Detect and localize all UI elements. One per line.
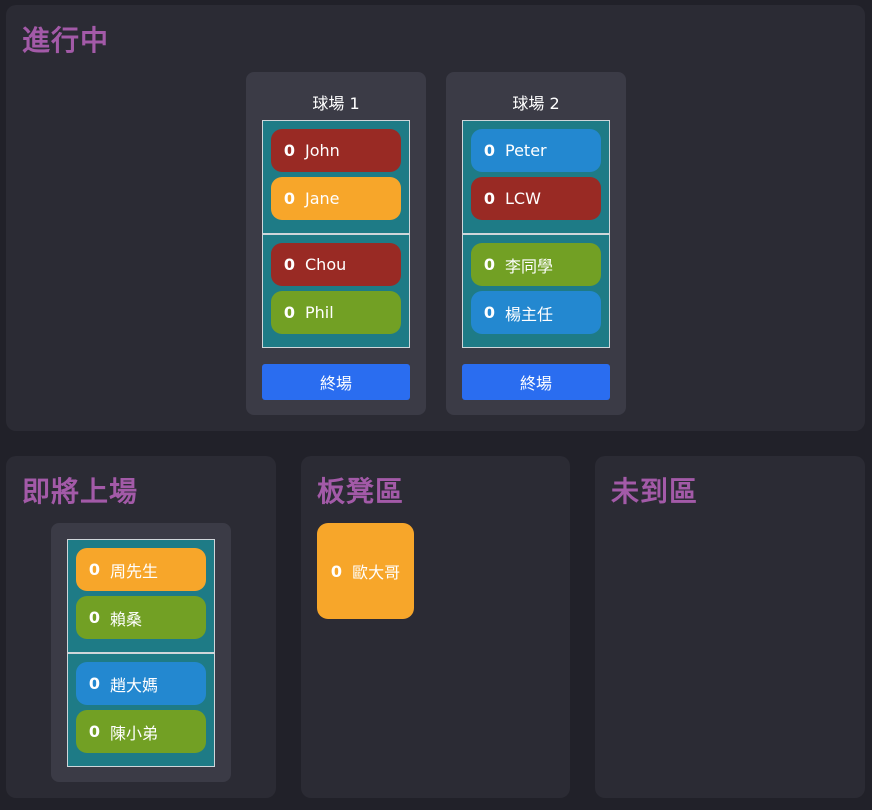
player-name: Chou (305, 255, 347, 274)
player-name: Peter (505, 141, 547, 160)
player-score: 0 (283, 189, 295, 208)
player-name: 周先生 (110, 561, 159, 581)
player-score: 0 (330, 561, 343, 581)
player-chip[interactable]: 0 Chou (271, 243, 401, 286)
player-score: 0 (483, 141, 495, 160)
net-divider (463, 233, 609, 235)
upcoming-panel: 即將上場 0 周先生 0 賴桑 0 趙大媽 0 陳小弟 (6, 456, 276, 798)
court-field: 0 Peter 0 LCW 0 李同學 0 楊主任 (462, 120, 610, 348)
player-score: 0 (283, 255, 295, 274)
player-score: 0 (88, 560, 100, 579)
player-chip[interactable]: 0 LCW (471, 177, 601, 220)
court-field: 0 周先生 0 賴桑 0 趙大媽 0 陳小弟 (67, 539, 215, 767)
end-match-button[interactable]: 終場 (262, 364, 410, 400)
upcoming-card: 0 周先生 0 賴桑 0 趙大媽 0 陳小弟 (51, 523, 231, 782)
player-score: 0 (283, 141, 295, 160)
court-name: 球場 2 (512, 94, 560, 113)
court-field: 0 John 0 Jane 0 Chou 0 Phil (262, 120, 410, 348)
player-name: 楊主任 (505, 304, 554, 324)
player-chip[interactable]: 0 賴桑 (76, 596, 206, 639)
player-name: 賴桑 (110, 609, 143, 629)
player-score: 0 (88, 722, 100, 741)
player-name: Jane (305, 189, 340, 208)
player-chip[interactable]: 0 楊主任 (471, 291, 601, 334)
court-card-1: 球場 1 0 John 0 Jane 0 Chou 0 Phil 終場 (246, 72, 426, 415)
player-chip[interactable]: 0 Jane (271, 177, 401, 220)
court-name: 球場 1 (312, 94, 360, 113)
player-chip[interactable]: 0 周先生 (76, 548, 206, 591)
player-chip[interactable]: 0 Phil (271, 291, 401, 334)
in-progress-panel: 進行中 球場 1 0 John 0 Jane 0 Chou 0 Phil 終場 (6, 5, 865, 431)
player-score: 0 (88, 608, 100, 627)
player-chip[interactable]: 0 李同學 (471, 243, 601, 286)
player-score: 0 (483, 189, 495, 208)
player-name: 陳小弟 (110, 723, 159, 743)
player-score: 0 (283, 303, 295, 322)
player-name: LCW (505, 189, 541, 208)
upcoming-title: 即將上場 (22, 475, 139, 508)
bench-panel: 板凳區 0 歐大哥 (301, 456, 570, 798)
player-score: 0 (483, 303, 495, 322)
player-name: 李同學 (505, 256, 554, 276)
end-match-button[interactable]: 終場 (462, 364, 610, 400)
player-score: 0 (88, 674, 100, 693)
net-divider (263, 233, 409, 235)
player-chip[interactable]: 0 John (271, 129, 401, 172)
player-chip[interactable]: 0 趙大媽 (76, 662, 206, 705)
player-chip[interactable]: 0 陳小弟 (76, 710, 206, 753)
in-progress-title: 進行中 (22, 24, 110, 57)
absent-panel: 未到區 (595, 456, 865, 798)
player-name: 趙大媽 (110, 675, 159, 695)
player-chip[interactable]: 0 Peter (471, 129, 601, 172)
net-divider (68, 652, 214, 654)
player-name: John (305, 141, 340, 160)
player-name: Phil (305, 303, 334, 322)
court-card-2: 球場 2 0 Peter 0 LCW 0 李同學 0 楊主任 終場 (446, 72, 626, 415)
player-name: 歐大哥 (352, 563, 401, 582)
bench-player-card[interactable]: 0 歐大哥 (317, 523, 414, 619)
bench-title: 板凳區 (317, 475, 405, 508)
absent-title: 未到區 (611, 475, 699, 508)
player-score: 0 (483, 255, 495, 274)
